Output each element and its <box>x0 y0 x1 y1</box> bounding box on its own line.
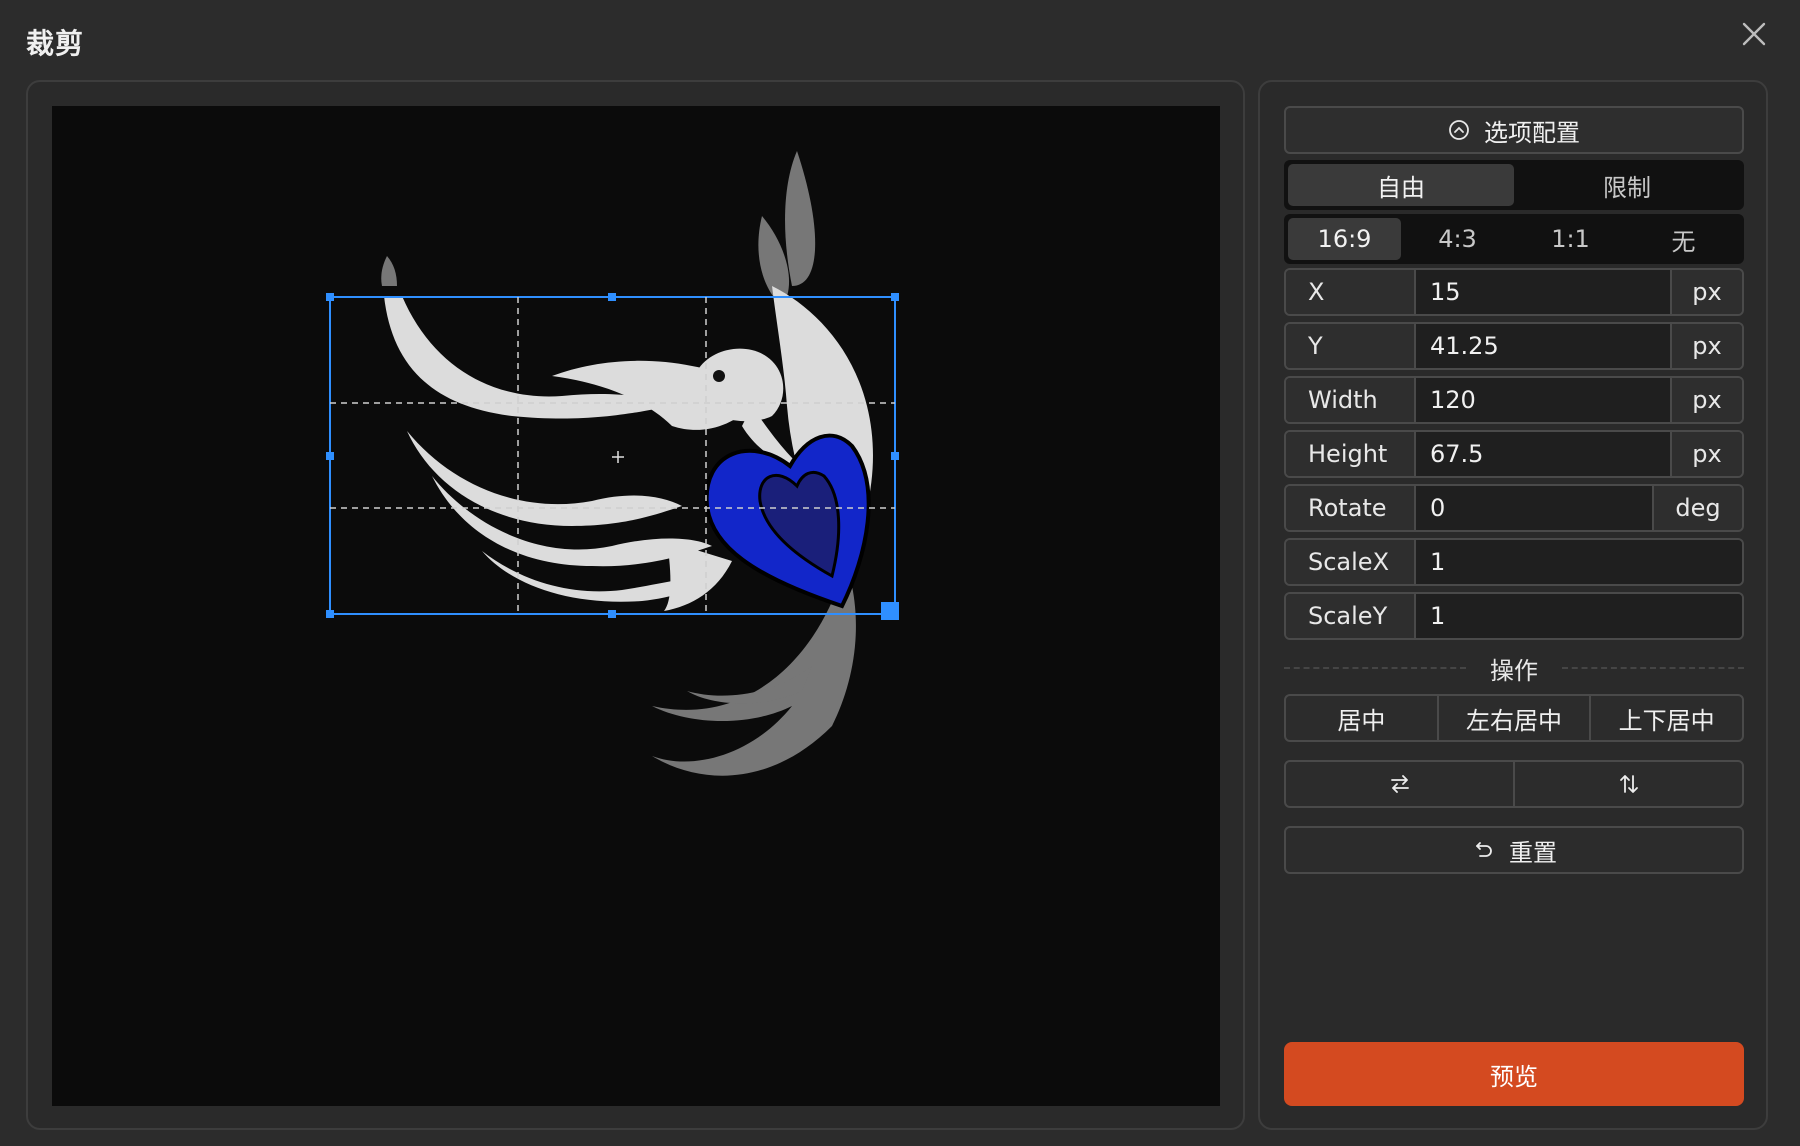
y-field: Y 41.25 px <box>1284 322 1744 370</box>
flip-button-group <box>1284 760 1744 808</box>
y-label: Y <box>1286 324 1416 368</box>
bird-heart-image <box>326 151 899 776</box>
rotate-label: Rotate <box>1286 486 1416 530</box>
dialog-title: 裁剪 <box>26 27 85 60</box>
close-icon[interactable] <box>1738 18 1770 50</box>
center-horizontal-button[interactable]: 左右居中 <box>1436 696 1590 740</box>
ratio-1-1[interactable]: 1:1 <box>1514 218 1627 260</box>
scalex-label: ScaleX <box>1286 540 1416 584</box>
reset-button[interactable]: 重置 <box>1284 826 1744 874</box>
scaley-input[interactable]: 1 <box>1416 594 1742 638</box>
y-input[interactable]: 41.25 <box>1416 324 1670 368</box>
rotate-field: Rotate 0 deg <box>1284 484 1744 532</box>
options-toggle-button[interactable]: 选项配置 <box>1284 106 1744 154</box>
flip-horizontal-button[interactable] <box>1286 762 1513 806</box>
ratio-none[interactable]: 无 <box>1627 218 1740 260</box>
flip-vertical-button[interactable] <box>1513 762 1742 806</box>
x-field: X 15 px <box>1284 268 1744 316</box>
rotate-input[interactable]: 0 <box>1416 486 1652 530</box>
ratio-16-9[interactable]: 16:9 <box>1288 218 1401 260</box>
chevron-up-circle-icon <box>1449 120 1469 140</box>
width-input[interactable]: 120 <box>1416 378 1670 422</box>
scalex-input[interactable]: 1 <box>1416 540 1742 584</box>
height-unit: px <box>1670 432 1742 476</box>
undo-icon <box>1476 842 1492 857</box>
rotate-unit: deg <box>1652 486 1742 530</box>
center-button[interactable]: 居中 <box>1286 696 1437 740</box>
operations-heading: 操作 <box>1490 656 1538 685</box>
swap-horizontal-icon <box>1390 775 1409 793</box>
scaley-field: ScaleY 1 <box>1284 592 1744 640</box>
tab-free[interactable]: 自由 <box>1288 164 1514 206</box>
ratio-4-3[interactable]: 4:3 <box>1401 218 1514 260</box>
scalex-field: ScaleX 1 <box>1284 538 1744 586</box>
height-label: Height <box>1286 432 1416 476</box>
operations-divider: 操作 <box>1284 650 1744 686</box>
reset-label: 重置 <box>1509 838 1557 867</box>
height-input[interactable]: 67.5 <box>1416 432 1670 476</box>
ratio-tabs: 16:9 4:3 1:1 无 <box>1284 214 1744 264</box>
options-toggle-label: 选项配置 <box>1484 118 1580 147</box>
x-input[interactable]: 15 <box>1416 270 1670 314</box>
width-field: Width 120 px <box>1284 376 1744 424</box>
width-label: Width <box>1286 378 1416 422</box>
options-panel: 选项配置 自由 限制 16:9 4:3 1:1 无 X 15 px Y 41.2… <box>1258 80 1768 1130</box>
width-unit: px <box>1670 378 1742 422</box>
center-vertical-button[interactable]: 上下居中 <box>1589 696 1742 740</box>
crop-stage[interactable] <box>52 106 1220 1106</box>
canvas-panel <box>26 80 1245 1130</box>
height-field: Height 67.5 px <box>1284 430 1744 478</box>
x-label: X <box>1286 270 1416 314</box>
swap-vertical-icon <box>1619 775 1638 793</box>
crop-dialog: 裁剪 选项配置 自由 限制 16:9 4:3 1:1 无 X 15 px Y 4… <box>0 0 1800 1146</box>
align-button-group: 居中 左右居中 上下居中 <box>1284 694 1744 742</box>
preview-button[interactable]: 预览 <box>1284 1042 1744 1106</box>
tab-restricted[interactable]: 限制 <box>1514 164 1740 206</box>
scaley-label: ScaleY <box>1286 594 1416 638</box>
x-unit: px <box>1670 270 1742 314</box>
y-unit: px <box>1670 324 1742 368</box>
mode-tabs: 自由 限制 <box>1284 160 1744 210</box>
